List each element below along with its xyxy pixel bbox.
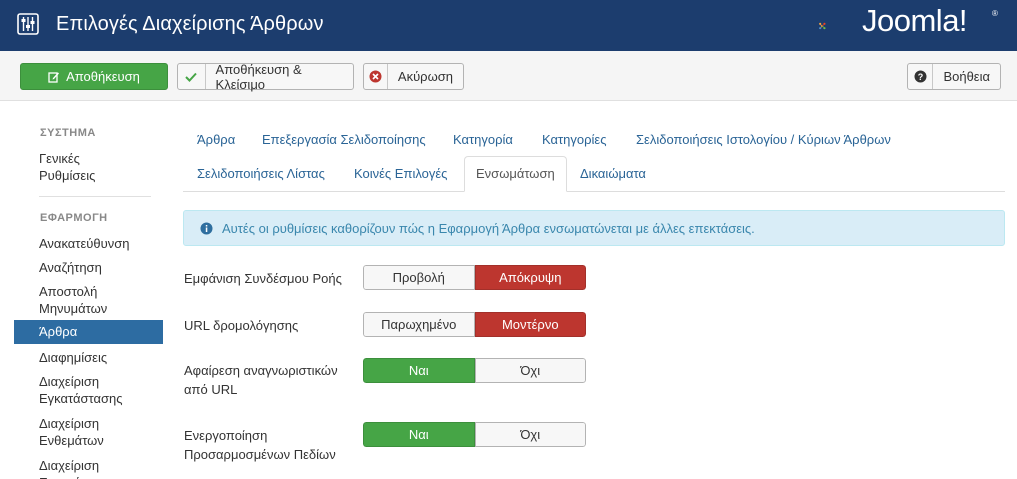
- sidebar-item-banners[interactable]: Διαφημίσεις: [14, 349, 154, 366]
- cancel-circle-icon: [364, 64, 388, 89]
- tab-categories[interactable]: Κατηγορίες: [542, 132, 606, 147]
- save-button-label: Αποθήκευση: [66, 69, 140, 84]
- cancel-button-label: Ακύρωση: [397, 69, 453, 84]
- remove-ids-toggle: Ναι Όχι: [363, 358, 586, 383]
- edit-icon: [48, 71, 60, 83]
- tab-blog-featured-layouts[interactable]: Σελιδοποιήσεις Ιστολογίου / Κύριων Άρθρω…: [636, 132, 891, 147]
- tab-permissions[interactable]: Δικαιώματα: [580, 166, 646, 181]
- show-feed-link-toggle: Προβολή Απόκρυψη: [363, 265, 586, 290]
- sidebar-item-redirect[interactable]: Ανακατεύθυνση: [14, 235, 154, 252]
- custom-fields-option-yes[interactable]: Ναι: [363, 422, 475, 447]
- tab-articles[interactable]: Άρθρα: [197, 132, 235, 147]
- sidebar-item-messaging[interactable]: Αποστολή Μηνυμάτων: [14, 283, 134, 317]
- cancel-button[interactable]: Ακύρωση: [363, 63, 464, 90]
- show-feed-link-label: Εμφάνιση Συνδέσμου Ροής: [184, 271, 342, 286]
- tab-shared[interactable]: Κοινές Επιλογές: [354, 166, 447, 181]
- joomla-logo-icon: [819, 22, 826, 30]
- save-close-button-label: Αποθήκευση & Κλείσιμο: [215, 61, 302, 92]
- logo-registered-mark: ®: [992, 9, 998, 18]
- joomla-logo-text: Joomla!: [862, 3, 968, 38]
- url-routing-label: URL δρομολόγησης: [184, 318, 299, 333]
- help-button-label: Βοήθεια: [943, 69, 990, 84]
- sidebar-heading-component: ΕΦΑΡΜΟΓΗ: [40, 212, 108, 224]
- show-feed-link-option-hide[interactable]: Απόκρυψη: [474, 265, 586, 290]
- toolbar: Αποθήκευση Αποθήκευση & Κλείσιμο Ακύρωση…: [0, 51, 1017, 101]
- options-icon: [17, 13, 39, 35]
- info-alert-text: Αυτές οι ρυθμίσεις καθορίζουν πώς η Εφαρ…: [222, 220, 755, 236]
- help-button[interactable]: ? Βοήθεια: [907, 63, 1001, 90]
- save-button[interactable]: Αποθήκευση: [20, 63, 168, 90]
- sidebar-item-modules[interactable]: Διαχείριση Ενθεμάτων: [14, 415, 114, 449]
- sidebar-divider: [39, 196, 151, 197]
- url-routing-option-legacy[interactable]: Παρωχημένο: [363, 312, 475, 337]
- sidebar-item-extensions[interactable]: Διαχείριση Επεκτάσεων: [14, 457, 114, 479]
- custom-fields-option-no[interactable]: Όχι: [474, 422, 586, 447]
- url-routing-toggle: Παρωχημένο Μοντέρνο: [363, 312, 586, 337]
- info-alert: Αυτές οι ρυθμίσεις καθορίζουν πώς η Εφαρ…: [183, 210, 1005, 246]
- sidebar-item-global-config[interactable]: Γενικές Ρυθμίσεις: [14, 150, 154, 184]
- tab-integration[interactable]: Ενσωμάτωση: [464, 156, 567, 192]
- show-feed-link-option-show[interactable]: Προβολή: [363, 265, 475, 290]
- sidebar-item-articles[interactable]: Άρθρα: [14, 320, 163, 344]
- remove-ids-option-no[interactable]: Όχι: [474, 358, 586, 383]
- check-icon: [178, 64, 206, 89]
- tab-list-layouts[interactable]: Σελιδοποιήσεις Λίστας: [197, 166, 325, 181]
- custom-fields-toggle: Ναι Όχι: [363, 422, 586, 447]
- sidebar-item-search[interactable]: Αναζήτηση: [14, 259, 154, 276]
- app-header: Επιλογές Διαχείρισης Άρθρων Joomla! ®: [0, 0, 1017, 51]
- url-routing-option-modern[interactable]: Μοντέρνο: [474, 312, 586, 337]
- sidebar-item-installer[interactable]: Διαχείριση Εγκατάστασης: [14, 373, 134, 407]
- tab-editing-layout[interactable]: Επεξεργασία Σελιδοποίησης: [262, 132, 426, 147]
- save-close-button[interactable]: Αποθήκευση & Κλείσιμο: [177, 61, 354, 92]
- svg-text:?: ?: [917, 72, 923, 82]
- remove-ids-option-yes[interactable]: Ναι: [363, 358, 475, 383]
- tab-category[interactable]: Κατηγορία: [453, 132, 513, 147]
- sidebar-heading-system: ΣΥΣΤΗΜΑ: [40, 127, 96, 139]
- remove-ids-label: Αφαίρεση αναγνωριστικών από URL: [184, 363, 338, 397]
- question-circle-icon: ?: [908, 64, 934, 89]
- options-tabs: Άρθρα Επεξεργασία Σελιδοποίησης Κατηγορί…: [183, 122, 1005, 192]
- custom-fields-label: Ενεργοποίηση Προσαρμοσμένων Πεδίων: [184, 428, 336, 462]
- page-title: Επιλογές Διαχείρισης Άρθρων: [56, 13, 324, 35]
- info-circle-icon: [200, 222, 213, 235]
